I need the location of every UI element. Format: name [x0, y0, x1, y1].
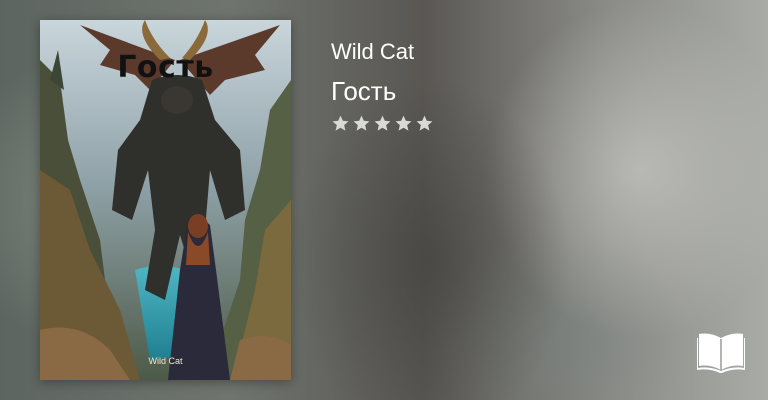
star-icon [416, 115, 433, 131]
book-info: Wild Cat Гость [331, 38, 434, 133]
book-title[interactable]: Гость [331, 74, 434, 108]
open-book-icon[interactable] [696, 330, 746, 374]
star-icon [332, 115, 349, 131]
cover-author: Wild Cat [148, 356, 183, 366]
cover-title: Гость [117, 50, 214, 85]
star-icon [374, 115, 391, 131]
book-cover[interactable]: Гость Wild Cat [40, 20, 291, 380]
rating-stars [331, 114, 434, 133]
book-card[interactable]: Гость Wild Cat Wild Cat Гость [0, 0, 768, 400]
book-author[interactable]: Wild Cat [331, 38, 434, 66]
star-icon [395, 115, 412, 131]
star-icon [353, 115, 370, 131]
